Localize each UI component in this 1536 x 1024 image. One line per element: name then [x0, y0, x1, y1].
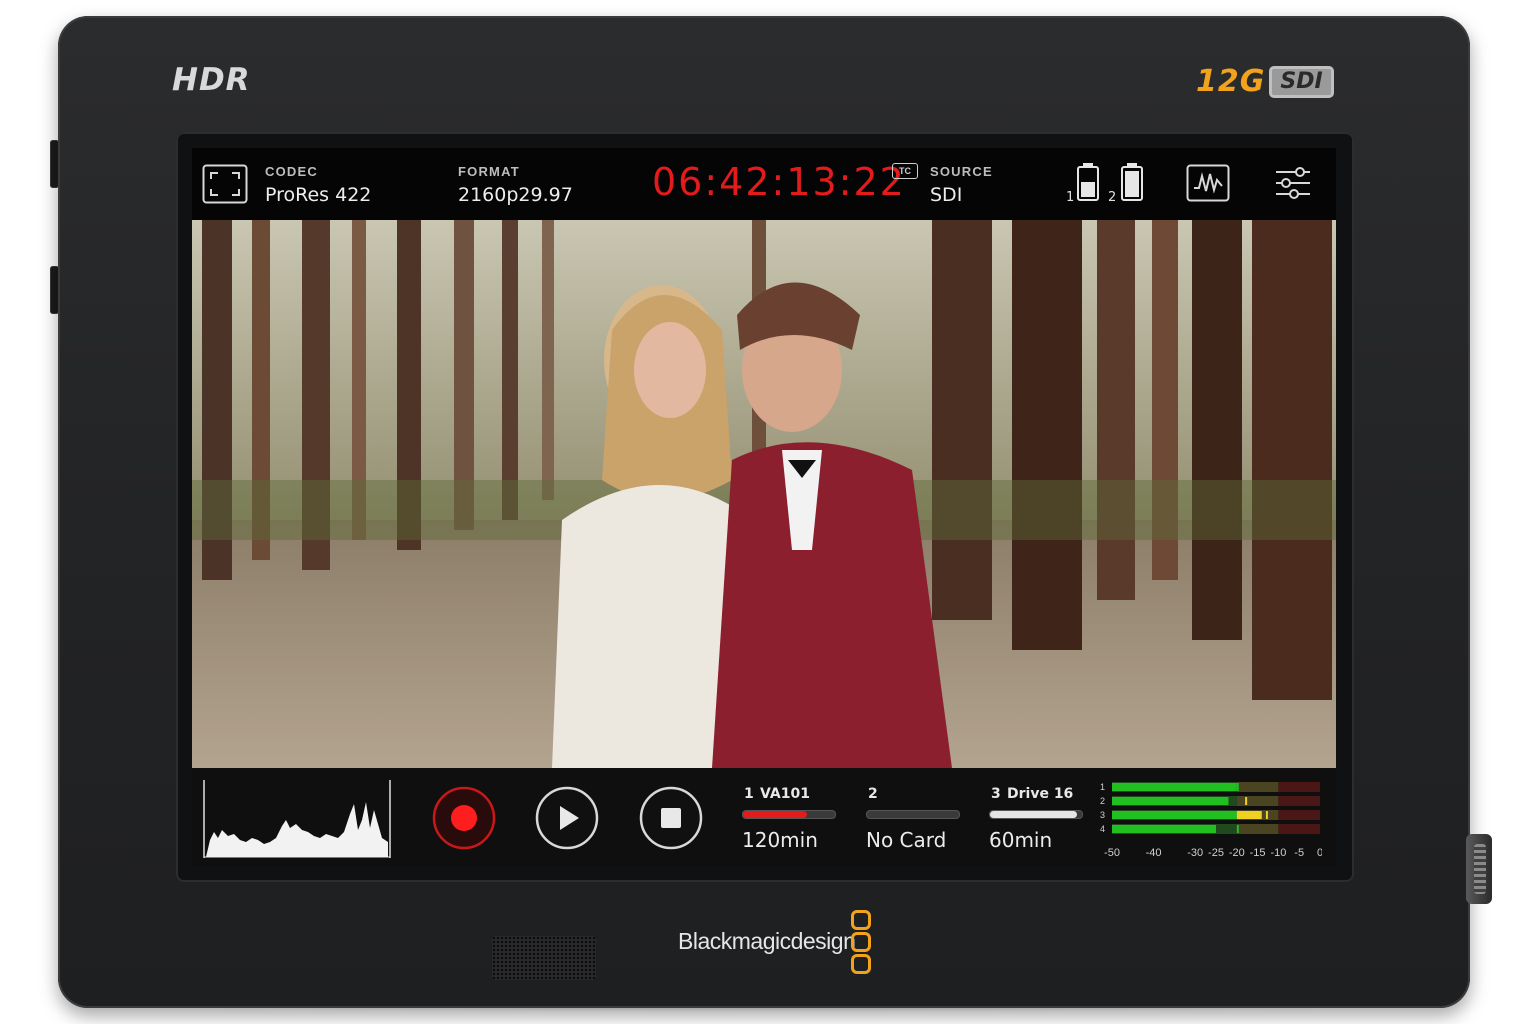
meter-peak — [1245, 797, 1248, 805]
battery-icon — [1121, 163, 1143, 201]
record-icon — [451, 805, 477, 831]
slot-capacity-bar — [989, 810, 1083, 819]
meter-channel-label: 3 — [1100, 810, 1105, 820]
format-label: FORMAT — [458, 164, 520, 179]
settings-sliders-icon[interactable] — [1274, 166, 1312, 200]
audio-meters[interactable]: 1 2 3 4 -50 -40 -30 -25 -20 -15 -10 -5 0 — [1098, 782, 1323, 860]
transport-bar: 1 VA101 120min 2 No Card 3 Drive 16 60mi… — [192, 768, 1336, 866]
meter-peak — [1236, 825, 1239, 833]
meter-scale-label: 0 — [1317, 847, 1322, 859]
slot-name: VA101 — [760, 786, 810, 802]
slot-remaining: No Card — [866, 828, 947, 852]
fullscreen-icon[interactable] — [202, 164, 248, 204]
meter-zone — [1236, 782, 1279, 792]
battery-icon — [1077, 163, 1099, 201]
meter-level — [1236, 811, 1262, 819]
scope-waveform-icon[interactable] — [1186, 164, 1230, 202]
meter-zone — [1278, 824, 1320, 834]
codec-label: CODEC — [265, 164, 318, 179]
brand-name: Blackmagicdesign — [678, 928, 856, 954]
battery-2[interactable]: 2 — [1108, 162, 1148, 208]
timecode-display[interactable]: 06:42:13:22 — [652, 160, 906, 204]
tc-badge: TC — [892, 163, 918, 179]
source-value[interactable]: SDI — [930, 184, 962, 206]
slot-capacity-fill — [990, 811, 1078, 818]
stop-button[interactable] — [639, 786, 703, 850]
meter-scale-label: -50 — [1104, 847, 1120, 859]
sdi-connector — [1466, 834, 1492, 904]
meter-peak — [1265, 811, 1268, 819]
meter-scale-label: -30 — [1187, 847, 1203, 859]
histogram[interactable] — [202, 780, 392, 858]
source-label: SOURCE — [930, 164, 993, 179]
meter-scale-label: -15 — [1250, 847, 1266, 859]
meter-zone — [1236, 796, 1279, 806]
slot-remaining: 120min — [742, 828, 818, 852]
record-button[interactable] — [432, 786, 496, 850]
meter-zone — [1236, 824, 1279, 834]
audio-meter-graphic: 1234-50 -40 -30 -25 -20 -15 -10 -5 0 — [1100, 782, 1323, 859]
media-slot-3[interactable]: 3 Drive 16 60min — [989, 786, 1089, 858]
slot-number: 3 — [991, 786, 1001, 802]
media-slot-1[interactable]: 1 VA101 120min — [742, 786, 838, 858]
meter-scale-label: -40 — [1146, 847, 1162, 859]
battery-2-label: 2 — [1108, 190, 1117, 205]
video-preview[interactable] — [192, 220, 1336, 768]
status-bar: CODEC ProRes 422 FORMAT 2160p29.97 06:42… — [192, 148, 1336, 220]
slot-capacity-bar — [866, 810, 960, 819]
brand-logo-icon — [851, 910, 871, 976]
video-frame-image — [192, 220, 1336, 768]
meter-scale-label: -10 — [1270, 847, 1286, 859]
meter-channel-label: 4 — [1100, 824, 1105, 834]
slot-number: 2 — [868, 786, 878, 802]
meter-level — [1112, 825, 1216, 833]
meter-scale-label: -5 — [1294, 847, 1304, 859]
meter-channel-label: 1 — [1100, 782, 1105, 792]
meter-level — [1112, 811, 1237, 819]
meter-level — [1112, 783, 1237, 791]
meter-zone — [1278, 810, 1320, 820]
slot-number: 1 — [744, 786, 754, 802]
meter-level — [1112, 797, 1229, 805]
hdr-logo: HDR — [172, 62, 251, 98]
slot-name: Drive 16 — [1007, 786, 1074, 802]
play-button[interactable] — [535, 786, 599, 850]
meter-peak — [1236, 783, 1239, 791]
codec-value[interactable]: ProRes 422 — [265, 184, 371, 206]
sdi-logo-prefix: 12G — [1196, 64, 1266, 99]
meter-scale-label: -25 — [1208, 847, 1224, 859]
slot-capacity-bar — [742, 810, 836, 819]
battery-1-label: 1 — [1066, 190, 1075, 205]
12g-sdi-logo: 12G SDI — [1196, 64, 1334, 99]
meter-channel-label: 2 — [1100, 796, 1105, 806]
media-slot-2[interactable]: 2 No Card — [866, 786, 966, 858]
sdi-logo-suffix: SDI — [1269, 65, 1334, 98]
stop-icon — [661, 808, 681, 828]
speaker-grille — [492, 936, 596, 980]
touchscreen: CODEC ProRes 422 FORMAT 2160p29.97 06:42… — [192, 148, 1336, 866]
battery-1[interactable]: 1 — [1066, 162, 1100, 208]
slot-remaining: 60min — [989, 828, 1053, 852]
slot-capacity-fill — [743, 811, 808, 818]
meter-zone — [1278, 796, 1320, 806]
format-value[interactable]: 2160p29.97 — [458, 184, 573, 206]
meter-zone — [1278, 782, 1320, 792]
meter-scale-label: -20 — [1229, 847, 1245, 859]
